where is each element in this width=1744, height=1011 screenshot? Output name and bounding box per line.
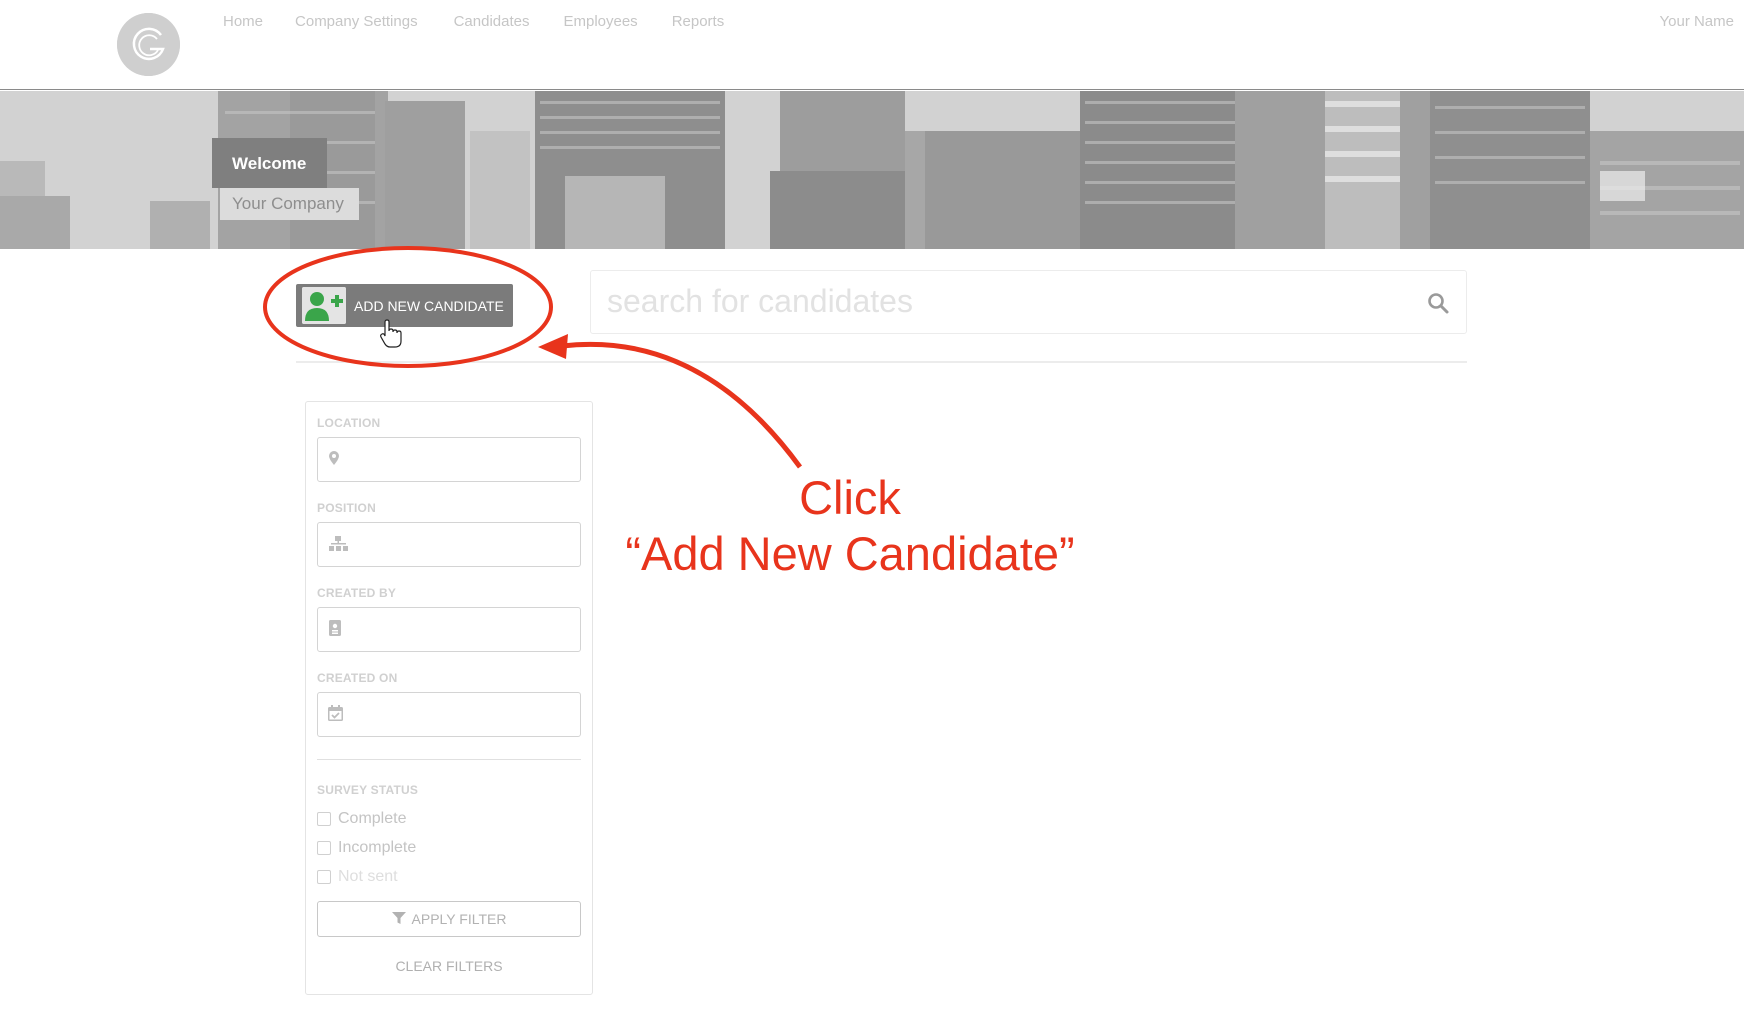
welcome-heading: Welcome [212,138,327,188]
checkbox-label: Incomplete [338,839,417,856]
nav-employees[interactable]: Employees [563,13,637,30]
add-user-icon [302,287,346,324]
apply-filter-button[interactable]: APPLY FILTER [317,901,581,937]
main-nav: Home Company Settings Candidates Employe… [223,13,724,30]
survey-incomplete-checkbox[interactable]: Incomplete [317,839,416,857]
add-new-candidate-label: ADD NEW CANDIDATE [354,297,504,314]
add-new-candidate-button[interactable]: ADD NEW CANDIDATE [296,284,513,327]
location-label: LOCATION [317,416,381,430]
company-name: Your Company [220,188,359,220]
search-input[interactable] [607,271,1387,331]
nav-candidates[interactable]: Candidates [454,13,530,30]
filter-panel: LOCATION POSITION CREATED BY CREATED ON … [305,401,593,995]
g-logo-icon[interactable] [117,13,180,76]
created-by-label: CREATED BY [317,586,397,600]
apply-filter-label: APPLY FILTER [411,911,507,927]
calendar-check-icon [327,704,345,724]
toolbar-divider [296,361,1467,363]
city-banner-image: Welcome Your Company [0,91,1744,249]
annotation-line-1: Click [799,471,901,524]
annotation-text: Click “Add New Candidate” [600,470,1100,582]
nav-reports[interactable]: Reports [672,13,725,30]
annotation-line-2: “Add New Candidate” [625,527,1075,580]
checkbox-box[interactable] [317,870,331,884]
nav-company-settings[interactable]: Company Settings [295,13,418,30]
checkbox-box[interactable] [317,812,331,826]
survey-complete-checkbox[interactable]: Complete [317,810,406,828]
survey-status-label: SURVEY STATUS [317,783,419,797]
location-field[interactable] [317,437,581,482]
top-navigation-bar: Home Company Settings Candidates Employe… [0,0,1744,90]
nav-home[interactable]: Home [223,13,263,30]
created-on-field[interactable] [317,692,581,737]
user-menu[interactable]: Your Name [1660,13,1735,30]
checkbox-label: Complete [338,810,407,827]
candidate-search [590,270,1467,334]
survey-not-sent-checkbox[interactable]: Not sent [317,868,398,886]
position-field[interactable] [317,522,581,567]
position-label: POSITION [317,501,376,515]
created-on-label: CREATED ON [317,671,398,685]
clear-filters-button[interactable]: CLEAR FILTERS [317,958,581,974]
map-pin-icon [327,449,345,469]
org-chart-icon [327,534,348,554]
filter-divider [317,759,581,760]
filter-icon [391,911,406,928]
search-icon[interactable] [1426,291,1450,315]
id-badge-icon [327,619,345,639]
checkbox-box[interactable] [317,841,331,855]
arrowhead [538,334,568,359]
checkbox-label: Not sent [338,868,398,885]
created-by-field[interactable] [317,607,581,652]
